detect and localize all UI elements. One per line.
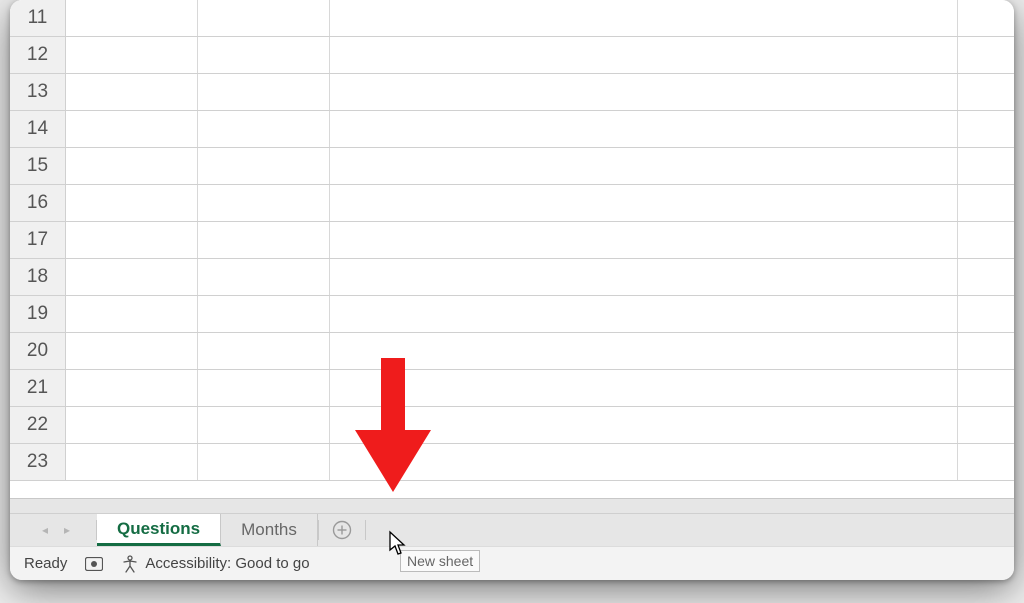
cell[interactable] — [66, 0, 198, 36]
cell[interactable] — [330, 0, 958, 36]
macro-record-icon[interactable] — [85, 557, 103, 571]
cell[interactable] — [198, 296, 330, 332]
cell[interactable] — [330, 111, 958, 147]
grid-row[interactable]: 19 — [10, 296, 1014, 333]
grid-row[interactable]: 15 — [10, 148, 1014, 185]
sheet-tab-months[interactable]: Months — [221, 514, 318, 546]
cell[interactable] — [958, 444, 1014, 480]
cell[interactable] — [958, 111, 1014, 147]
row-header[interactable]: 14 — [10, 111, 66, 147]
cell[interactable] — [66, 185, 198, 221]
sheet-tab-label: Questions — [117, 519, 200, 539]
sheet-tab-questions[interactable]: Questions — [97, 514, 221, 546]
grid-row[interactable]: 23 — [10, 444, 1014, 481]
row-header[interactable]: 23 — [10, 444, 66, 480]
divider — [365, 520, 366, 540]
cell[interactable] — [330, 74, 958, 110]
cell[interactable] — [66, 37, 198, 73]
cell[interactable] — [958, 259, 1014, 295]
cell[interactable] — [958, 148, 1014, 184]
grid-row[interactable]: 22 — [10, 407, 1014, 444]
cell[interactable] — [66, 444, 198, 480]
accessibility-status[interactable]: Accessibility: Good to go — [121, 555, 309, 573]
grid-row[interactable]: 16 — [10, 185, 1014, 222]
accessibility-text: Accessibility: Good to go — [145, 555, 309, 572]
cell[interactable] — [66, 296, 198, 332]
grid-row[interactable]: 13 — [10, 74, 1014, 111]
row-header[interactable]: 18 — [10, 259, 66, 295]
cell[interactable] — [198, 148, 330, 184]
cell[interactable] — [66, 259, 198, 295]
cell[interactable] — [198, 74, 330, 110]
spreadsheet-grid[interactable]: 11 12 13 14 15 — [10, 0, 1014, 502]
cell[interactable] — [330, 333, 958, 369]
cell[interactable] — [198, 0, 330, 36]
cell[interactable] — [958, 333, 1014, 369]
cell[interactable] — [958, 296, 1014, 332]
row-header[interactable]: 13 — [10, 74, 66, 110]
cell[interactable] — [66, 333, 198, 369]
status-ready: Ready — [24, 555, 67, 572]
grid-row[interactable]: 11 — [10, 0, 1014, 37]
row-header[interactable]: 22 — [10, 407, 66, 443]
row-header[interactable]: 16 — [10, 185, 66, 221]
cell[interactable] — [198, 37, 330, 73]
cell[interactable] — [330, 370, 958, 406]
cell[interactable] — [330, 407, 958, 443]
row-header[interactable]: 20 — [10, 333, 66, 369]
cell[interactable] — [198, 444, 330, 480]
plus-circle-icon — [332, 520, 352, 540]
row-header[interactable]: 17 — [10, 222, 66, 258]
sheet-tabs-bar: ◂ ▸ Questions Months — [10, 513, 1014, 546]
cell[interactable] — [330, 37, 958, 73]
cell[interactable] — [958, 222, 1014, 258]
cell[interactable] — [958, 74, 1014, 110]
grid-row[interactable]: 12 — [10, 37, 1014, 74]
cell[interactable] — [330, 222, 958, 258]
cell[interactable] — [66, 74, 198, 110]
cell[interactable] — [330, 259, 958, 295]
cell[interactable] — [958, 37, 1014, 73]
cell[interactable] — [198, 407, 330, 443]
cell[interactable] — [330, 185, 958, 221]
cell[interactable] — [66, 222, 198, 258]
accessibility-icon — [121, 555, 139, 573]
row-header[interactable]: 19 — [10, 296, 66, 332]
cell[interactable] — [198, 222, 330, 258]
grid-row[interactable]: 17 — [10, 222, 1014, 259]
status-bar: Ready Accessibility: Good to go — [10, 546, 1014, 580]
row-header[interactable]: 12 — [10, 37, 66, 73]
grid-row[interactable]: 21 — [10, 370, 1014, 407]
new-sheet-tooltip: New sheet — [400, 550, 480, 572]
cell[interactable] — [958, 185, 1014, 221]
cell[interactable] — [66, 111, 198, 147]
cell[interactable] — [198, 333, 330, 369]
cell[interactable] — [958, 0, 1014, 36]
cell[interactable] — [198, 185, 330, 221]
row-header[interactable]: 21 — [10, 370, 66, 406]
cell[interactable] — [330, 296, 958, 332]
grid-row[interactable]: 14 — [10, 111, 1014, 148]
cell[interactable] — [66, 407, 198, 443]
horizontal-scrollbar-track[interactable] — [10, 498, 1014, 514]
row-header[interactable]: 15 — [10, 148, 66, 184]
row-header[interactable]: 11 — [10, 0, 66, 36]
cell[interactable] — [66, 148, 198, 184]
cell[interactable] — [198, 259, 330, 295]
grid-row[interactable]: 20 — [10, 333, 1014, 370]
next-sheet-button[interactable]: ▸ — [60, 523, 74, 537]
sheet-nav: ◂ ▸ — [10, 514, 96, 546]
cell[interactable] — [330, 148, 958, 184]
cell[interactable] — [66, 370, 198, 406]
cell[interactable] — [198, 111, 330, 147]
cell[interactable] — [198, 370, 330, 406]
prev-sheet-button[interactable]: ◂ — [38, 523, 52, 537]
excel-window: 11 12 13 14 15 — [10, 0, 1014, 580]
sheet-tab-label: Months — [241, 520, 297, 540]
grid-row[interactable]: 18 — [10, 259, 1014, 296]
cell[interactable] — [330, 444, 958, 480]
new-sheet-button[interactable] — [319, 514, 365, 546]
cell[interactable] — [958, 407, 1014, 443]
cell[interactable] — [958, 370, 1014, 406]
